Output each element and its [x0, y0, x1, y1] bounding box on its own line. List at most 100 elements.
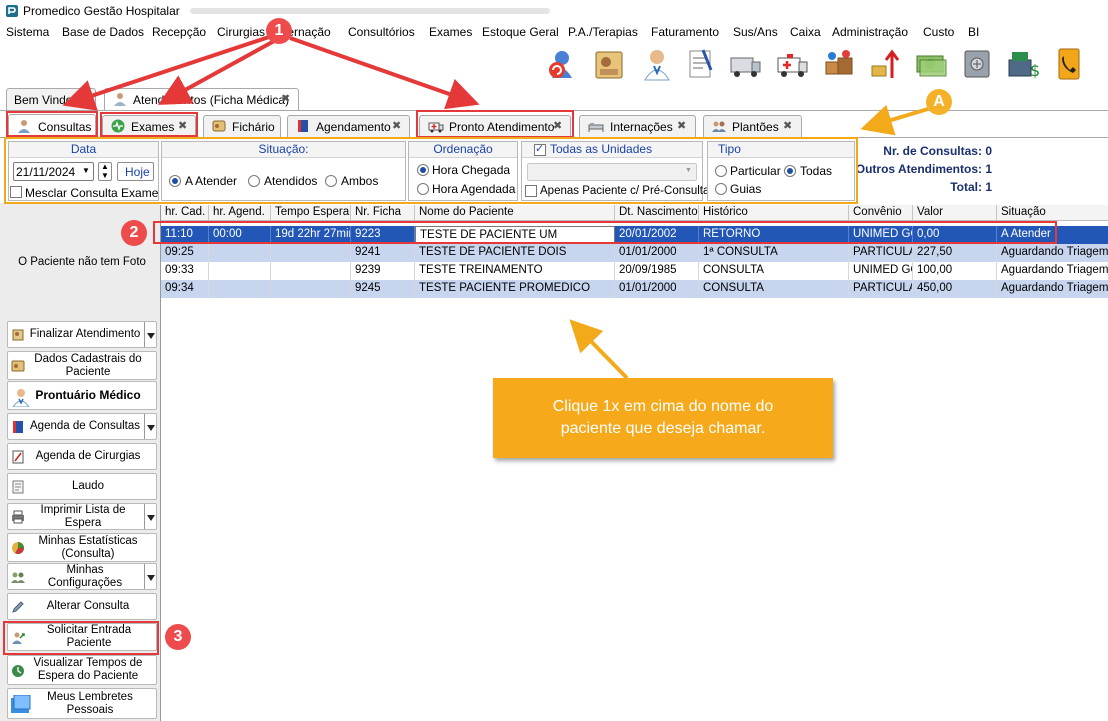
- finance-icon[interactable]: [868, 46, 902, 82]
- tab-fichario[interactable]: Fichário: [203, 115, 281, 137]
- cell-tempo-espera: [271, 262, 351, 280]
- view-waiting-times-button[interactable]: Visualizar Tempos de Espera do Paciente: [7, 655, 157, 685]
- consultas-count: Nr. de Consultas: 0: [883, 144, 992, 158]
- column-header[interactable]: Dt. Nascimento: [615, 205, 699, 221]
- highlight-filter-panel: [4, 137, 858, 204]
- doctor-icon[interactable]: [640, 46, 674, 82]
- cell-patient-name[interactable]: TESTE TREINAMENTO: [415, 262, 615, 280]
- tab-agendamento[interactable]: Agendamento ✖: [287, 115, 410, 137]
- version-info-blurred: [190, 8, 550, 14]
- phone-book-icon[interactable]: [1052, 46, 1086, 82]
- my-reminders-button[interactable]: Meus Lembretes Pessoais: [7, 688, 157, 719]
- table-row[interactable]: 09:25 9241 TESTE DE PACIENTE DOIS 01/01/…: [161, 244, 1108, 262]
- menu-estoque-geral[interactable]: Estoque Geral: [482, 25, 559, 39]
- stock-icon[interactable]: [822, 46, 856, 82]
- cell-birth-date: 01/01/2000: [615, 280, 699, 298]
- menu-bi[interactable]: BI: [968, 25, 979, 39]
- calendar-book-icon: [298, 120, 308, 132]
- step-badge-a: A: [926, 89, 952, 115]
- menu-faturamento[interactable]: Faturamento: [651, 25, 719, 39]
- ambulance-truck-icon[interactable]: [728, 46, 762, 82]
- cell-value: 450,00: [913, 280, 997, 298]
- my-statistics-label: Minhas Estatísticas (Consulta): [38, 534, 138, 560]
- my-settings-button[interactable]: Minhas Configurações: [7, 563, 157, 590]
- menu-consultorios[interactable]: Consultórios: [348, 25, 415, 39]
- menu-sus-ans[interactable]: Sus/Ans: [733, 25, 778, 39]
- chevron-down-icon[interactable]: [144, 564, 156, 589]
- patient-registration-button[interactable]: Dados Cadastrais do Paciente: [7, 351, 157, 380]
- table-row[interactable]: 09:34 9245 TESTE PACIENTE PROMEDICO 01/0…: [161, 280, 1108, 298]
- stats-panel: Nr. de Consultas: 0 Outros Atendimentos:…: [856, 143, 992, 203]
- calendar-book-icon: [13, 421, 23, 433]
- surgery-schedule-label: Agenda de Cirurgias: [35, 450, 141, 462]
- column-header[interactable]: Nr. Ficha: [351, 205, 415, 221]
- cell-insurance: PARTICULAR: [849, 244, 913, 262]
- cell-insurance: UNIMED GOI: [849, 262, 913, 280]
- refresh-user-icon[interactable]: [544, 46, 578, 82]
- safe-icon[interactable]: [960, 46, 994, 82]
- column-header[interactable]: Valor: [913, 205, 997, 221]
- column-header[interactable]: Tempo Espera: [271, 205, 351, 221]
- edit-consultation-button[interactable]: Alterar Consulta: [7, 593, 157, 620]
- column-header[interactable]: hr. Cad.: [161, 205, 209, 221]
- finalize-attendance-button[interactable]: Finalizar Atendimento: [7, 321, 157, 348]
- cell-history: CONSULTA: [699, 262, 849, 280]
- patient-card-icon: [11, 360, 25, 372]
- cell-nr-ficha: 9239: [351, 262, 415, 280]
- cell-patient-name[interactable]: TESTE PACIENTE PROMEDICO: [415, 280, 615, 298]
- close-icon[interactable]: ✖: [281, 92, 290, 105]
- prescription-icon[interactable]: [683, 46, 717, 82]
- menu-cirurgias[interactable]: Cirurgias: [217, 25, 265, 39]
- tab-plantoes[interactable]: Plantões ✖: [703, 115, 802, 137]
- tab-internacoes-label: Internações: [610, 120, 673, 134]
- cell-history: 1ª CONSULTA: [699, 244, 849, 262]
- printer-icon: [12, 510, 24, 524]
- close-icon[interactable]: ✖: [392, 119, 401, 132]
- surgery-notebook-icon: [12, 450, 24, 464]
- close-icon[interactable]: ✖: [677, 119, 686, 132]
- menu-pa-terapias[interactable]: P.A./Terapias: [568, 25, 638, 39]
- cell-value: 227,50: [913, 244, 997, 262]
- menu-caixa[interactable]: Caixa: [790, 25, 821, 39]
- highlight-pronto-atendimento-tab: [416, 110, 574, 138]
- surgery-schedule-button[interactable]: Agenda de Cirurgias: [7, 443, 157, 470]
- table-row[interactable]: 09:33 9239 TESTE TREINAMENTO 20/09/1985 …: [161, 262, 1108, 280]
- close-icon[interactable]: ✖: [783, 119, 792, 132]
- cell-value: 100,00: [913, 262, 997, 280]
- highlight-consultas-tab: [6, 111, 98, 137]
- ambulance-icon[interactable]: [775, 46, 809, 82]
- menu-base-de-dados[interactable]: Base de Dados: [62, 25, 144, 39]
- menu-exames[interactable]: Exames: [429, 25, 472, 39]
- doctor-icon: [114, 93, 126, 106]
- menu-administracao[interactable]: Administração: [832, 25, 908, 39]
- money-icon[interactable]: [914, 46, 948, 82]
- menu-custo[interactable]: Custo: [923, 25, 954, 39]
- svg-text:$: $: [1030, 61, 1040, 80]
- tab-fichario-label: Fichário: [232, 120, 275, 134]
- waiting-clock-icon: [12, 665, 24, 677]
- consultation-schedule-button[interactable]: Agenda de Consultas: [7, 413, 157, 440]
- column-header[interactable]: Convênio: [849, 205, 913, 221]
- menu-recepcao[interactable]: Recepção: [152, 25, 206, 39]
- agenda-icon[interactable]: [592, 46, 626, 82]
- menu-sistema[interactable]: Sistema: [6, 25, 49, 39]
- tab-atendimentos-ficha-medica[interactable]: Atendimentos (Ficha Médica) ✖: [104, 88, 299, 111]
- tab-bem-vindo[interactable]: Bem Vindo: [6, 88, 96, 110]
- medical-record-button[interactable]: Prontuário Médico: [7, 381, 157, 410]
- my-statistics-button[interactable]: Minhas Estatísticas (Consulta): [7, 533, 157, 562]
- tab-internacoes[interactable]: Internações ✖: [579, 115, 696, 137]
- column-header[interactable]: Nome do Paciente: [415, 205, 615, 221]
- print-waiting-list-label: Imprimir Lista de Espera: [40, 503, 126, 529]
- report-label: Laudo: [72, 480, 104, 492]
- print-waiting-list-button[interactable]: Imprimir Lista de Espera: [7, 503, 157, 530]
- column-header[interactable]: hr. Agend.: [209, 205, 271, 221]
- chevron-down-icon[interactable]: [144, 414, 156, 439]
- column-header[interactable]: Histórico: [699, 205, 849, 221]
- chevron-down-icon[interactable]: [144, 322, 156, 347]
- cashier-icon[interactable]: $: [1006, 46, 1040, 82]
- cell-patient-name[interactable]: TESTE DE PACIENTE DOIS: [415, 244, 615, 262]
- chevron-down-icon[interactable]: [144, 504, 156, 529]
- tab-atendimentos-label: Atendimentos (Ficha Médica): [133, 93, 290, 107]
- column-header[interactable]: Situação: [997, 205, 1108, 221]
- report-button[interactable]: Laudo: [7, 473, 157, 500]
